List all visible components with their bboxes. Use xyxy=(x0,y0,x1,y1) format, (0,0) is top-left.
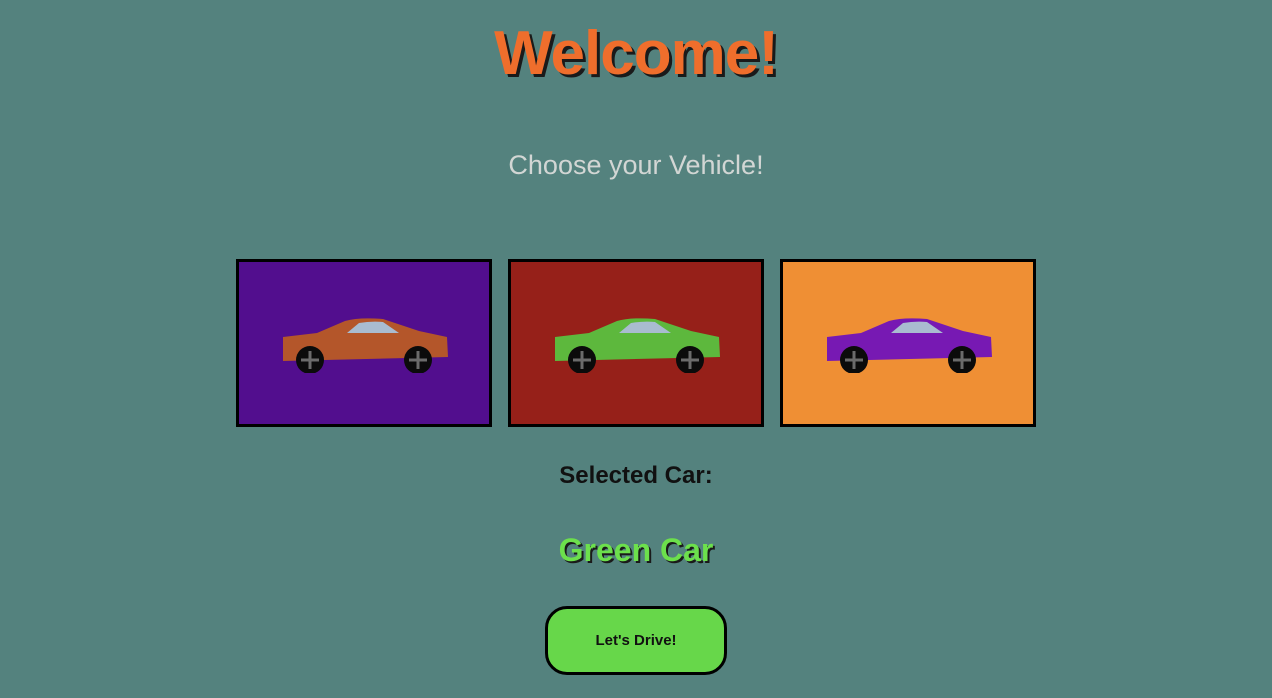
selected-car-value: Green Car xyxy=(558,532,714,568)
car-icon xyxy=(283,318,448,373)
wheel-icon xyxy=(676,346,704,373)
green-car-card[interactable] xyxy=(508,259,764,427)
selected-car-label: Selected Car: xyxy=(559,462,713,489)
page-title: Welcome! xyxy=(494,19,779,88)
lets-drive-button[interactable]: Let's Drive! xyxy=(545,606,727,675)
car-icon xyxy=(555,318,720,373)
wheel-icon xyxy=(948,346,976,373)
page-subtitle: Choose your Vehicle! xyxy=(508,150,764,180)
orange-car-card[interactable] xyxy=(236,259,492,427)
wheel-icon xyxy=(840,346,868,373)
wheel-icon xyxy=(296,346,324,373)
purple-car-card[interactable] xyxy=(780,259,1036,427)
wheel-icon xyxy=(568,346,596,373)
car-icon xyxy=(827,318,992,373)
wheel-icon xyxy=(404,346,432,373)
vehicle-options xyxy=(236,259,1036,427)
